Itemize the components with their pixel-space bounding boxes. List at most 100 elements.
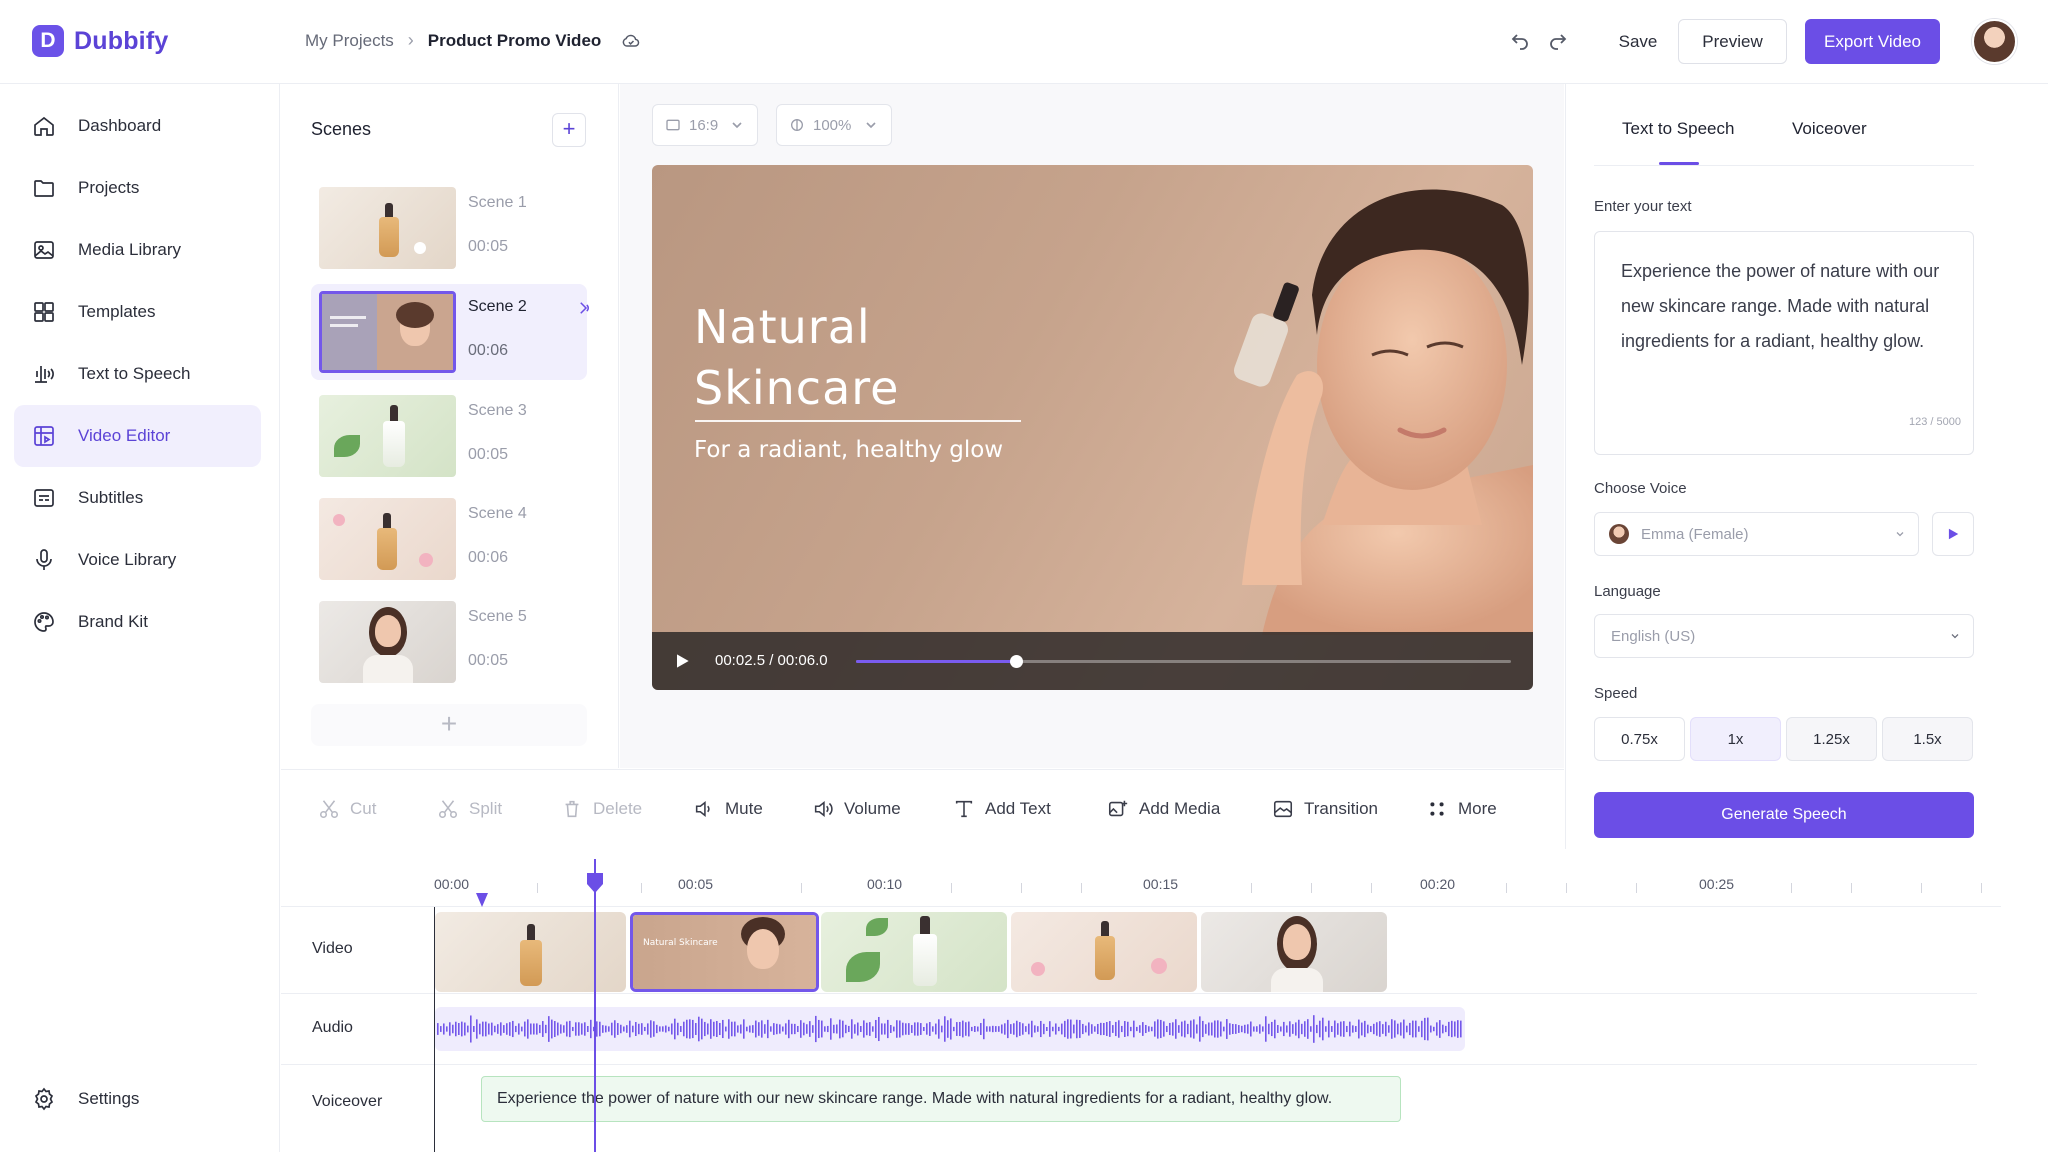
sidebar-item-projects[interactable]: Projects — [14, 157, 261, 219]
sidebar-item-subtitles[interactable]: Subtitles — [14, 467, 261, 529]
scene-item[interactable]: Scene 1 00:05 — [311, 180, 587, 276]
save-button[interactable]: Save — [1606, 20, 1670, 63]
video-clip[interactable] — [435, 912, 626, 992]
zoom-value: 100% — [813, 116, 852, 134]
waveform-bar — [830, 1018, 832, 1040]
waveform-bar — [557, 1022, 559, 1036]
scene-item[interactable]: Scene 5 00:05 — [311, 594, 587, 690]
tts-tabs: Text to Speech Voiceover — [1594, 84, 1974, 166]
more-tool[interactable]: More — [1426, 798, 1497, 820]
scene-item[interactable]: Scene 3 00:05 — [311, 388, 587, 484]
language-select[interactable]: English (US) — [1594, 614, 1974, 658]
video-preview[interactable]: Natural Skincare For a radiant, healthy … — [652, 165, 1533, 690]
brand[interactable]: D Dubbify — [32, 25, 168, 57]
video-clip-selected[interactable]: Natural Skincare — [630, 912, 819, 992]
delete-tool[interactable]: Delete — [561, 798, 642, 820]
waveform-bar — [1034, 1025, 1036, 1033]
user-avatar[interactable] — [1972, 19, 2017, 64]
waveform-bar — [602, 1025, 604, 1033]
sidebar-item-brand-kit[interactable]: Brand Kit — [14, 591, 261, 653]
waveform-bar — [1343, 1021, 1345, 1037]
sidebar-item-video-editor[interactable]: Video Editor — [14, 405, 261, 467]
waveform-bar — [476, 1019, 478, 1039]
breadcrumb-root[interactable]: My Projects — [305, 31, 394, 51]
scene-duration: 00:06 — [468, 342, 509, 359]
tick-label: 00:05 — [678, 876, 714, 892]
add-text-tool[interactable]: Add Text — [953, 798, 1051, 820]
waveform-bar — [1136, 1026, 1138, 1032]
waveform-bar — [1394, 1020, 1396, 1038]
voice-label: Choose Voice — [1594, 480, 1687, 497]
timeline-ruler[interactable]: 00:00 00:05 00:10 00:15 00:20 00:25 — [281, 849, 2001, 907]
play-icon[interactable] — [672, 651, 692, 671]
waveform-bar — [806, 1024, 808, 1034]
video-clip[interactable] — [821, 912, 1007, 992]
sidebar-item-dashboard[interactable]: Dashboard — [14, 95, 261, 157]
video-clip[interactable] — [1201, 912, 1387, 992]
tab-text-to-speech[interactable]: Text to Speech — [1622, 119, 1734, 139]
waveform-bar — [1424, 1017, 1426, 1041]
tick-mark — [1566, 883, 1567, 893]
redo-icon[interactable] — [1546, 28, 1570, 52]
tts-text-input[interactable]: Experience the power of nature with our … — [1594, 231, 1974, 455]
scene-item-active[interactable]: Scene 2 00:06 — [311, 284, 589, 380]
transition-tool[interactable]: Transition — [1272, 798, 1378, 820]
mute-tool[interactable]: Mute — [693, 798, 763, 820]
waveform-bar — [1076, 1019, 1078, 1039]
video-clip[interactable] — [1011, 912, 1197, 992]
waveform-bar — [905, 1023, 907, 1035]
waveform-bar — [707, 1023, 709, 1035]
tab-voiceover[interactable]: Voiceover — [1792, 119, 1867, 139]
waveform-bar — [542, 1021, 544, 1037]
waveform-bar — [1313, 1015, 1315, 1043]
video-progress-bar[interactable] — [856, 655, 1511, 668]
cut-tool[interactable]: Cut — [318, 798, 376, 820]
waveform-bar — [1013, 1023, 1015, 1035]
tick-mark — [1251, 883, 1252, 893]
export-video-button[interactable]: Export Video — [1805, 19, 1940, 64]
waveform-bar — [878, 1016, 880, 1042]
sidebar-item-settings[interactable]: Settings — [14, 1068, 261, 1130]
sidebar-item-media-library[interactable]: Media Library — [14, 219, 261, 281]
aspect-ratio-select[interactable]: 16:9 — [652, 104, 758, 146]
voiceover-clip[interactable]: Experience the power of nature with our … — [481, 1076, 1401, 1122]
video-subtitle-overlay: For a radiant, healthy glow — [694, 437, 1004, 463]
voice-preview-button[interactable] — [1932, 512, 1974, 556]
sidebar-item-templates[interactable]: Templates — [14, 281, 261, 343]
speed-option-15[interactable]: 1.5x — [1882, 717, 1973, 761]
video-progress-handle[interactable] — [1010, 655, 1024, 668]
add-media-tool[interactable]: Add Media — [1107, 798, 1220, 820]
waveform-bar — [1322, 1017, 1324, 1041]
speech-icon — [35, 366, 54, 383]
waveform-bar — [875, 1019, 877, 1039]
tick-label: 00:20 — [1420, 876, 1456, 892]
scenes-panel: Scenes + Scene 1 00:05 Scene 2 00:06 Sce… — [281, 84, 619, 768]
preview-button[interactable]: Preview — [1678, 19, 1787, 64]
waveform-bar — [866, 1022, 868, 1036]
waveform-bar — [638, 1023, 640, 1035]
waveform-bar — [521, 1026, 523, 1032]
zoom-select[interactable]: 100% — [776, 104, 892, 146]
waveform-bar — [1403, 1019, 1405, 1039]
sidebar-item-text-to-speech[interactable]: Text to Speech — [14, 343, 261, 405]
speed-option-125[interactable]: 1.25x — [1786, 717, 1877, 761]
undo-icon[interactable] — [1508, 28, 1532, 52]
generate-speech-button[interactable]: Generate Speech — [1594, 792, 1974, 838]
waveform-bar — [530, 1023, 532, 1035]
sidebar-item-voice-library[interactable]: Voice Library — [14, 529, 261, 591]
scene-item[interactable]: Scene 4 00:06 — [311, 491, 587, 587]
split-tool[interactable]: Split — [437, 798, 502, 820]
add-scene-bottom-button[interactable]: + — [311, 704, 587, 746]
voice-select[interactable]: Emma (Female) — [1594, 512, 1919, 556]
waveform-bar — [1115, 1021, 1117, 1037]
language-label: Language — [1594, 583, 1661, 600]
speed-option-1[interactable]: 1x — [1690, 717, 1781, 761]
grid-icon — [34, 302, 54, 322]
waveform-bar — [902, 1022, 904, 1036]
add-scene-button[interactable]: + — [552, 113, 586, 147]
tick-mark — [537, 883, 538, 893]
image-icon — [34, 241, 54, 259]
volume-tool[interactable]: Volume — [812, 798, 901, 820]
audio-clip[interactable] — [435, 1007, 1465, 1051]
speed-option-075[interactable]: 0.75x — [1594, 717, 1685, 761]
